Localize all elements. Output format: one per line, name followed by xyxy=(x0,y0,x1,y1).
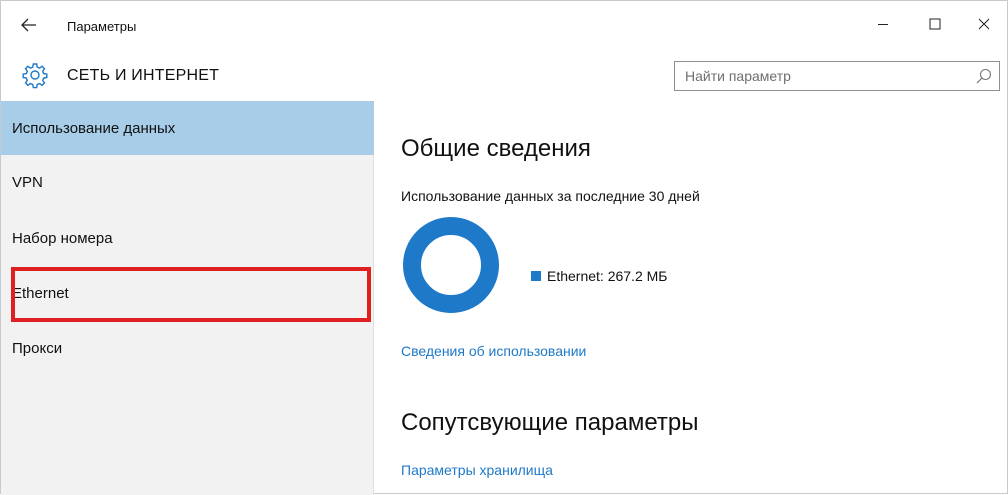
usage-details-link[interactable]: Сведения об использовании xyxy=(401,343,586,359)
close-button[interactable] xyxy=(967,9,1001,39)
sidebar-item-dialup[interactable]: Набор номера xyxy=(1,209,374,263)
usage-donut-chart xyxy=(403,217,499,313)
gear-icon xyxy=(22,63,48,89)
donut-segment-ethernet xyxy=(403,217,499,313)
search-input[interactable] xyxy=(675,62,965,90)
minimize-button[interactable] xyxy=(866,9,900,39)
sidebar-item-ethernet[interactable]: Ethernet xyxy=(1,265,374,319)
page-header: СЕТЬ И ИНТЕРНЕТ xyxy=(1,51,1007,101)
window-title: Параметры xyxy=(67,19,137,34)
search-icon[interactable] xyxy=(975,67,993,85)
sidebar-item-label: VPN xyxy=(12,174,43,191)
overview-heading: Общие сведения xyxy=(401,135,591,162)
back-arrow-icon xyxy=(21,18,36,32)
usage-subtitle: Использование данных за последние 30 дне… xyxy=(401,188,700,204)
legend-swatch xyxy=(531,271,541,281)
chart-legend: Ethernet: 267.2 МБ xyxy=(531,268,667,284)
maximize-button[interactable] xyxy=(918,9,952,39)
main-content: Общие сведения Использование данных за п… xyxy=(374,101,1007,495)
settings-window: Параметры СЕТЬ И ИНТЕРНЕТ Найти параметр… xyxy=(0,0,1008,495)
related-settings-heading: Сопутсвующие параметры xyxy=(401,409,699,436)
search-box[interactable] xyxy=(674,61,1000,91)
legend-label-ethernet: Ethernet: 267.2 МБ xyxy=(547,268,668,284)
sidebar-item-label: Использование данных xyxy=(12,120,176,137)
sidebar-item-vpn[interactable]: VPN xyxy=(1,155,374,209)
sidebar-item-proxy[interactable]: Прокси xyxy=(1,321,374,375)
sidebar-item-label: Набор номера xyxy=(12,230,113,247)
close-icon xyxy=(978,18,990,30)
storage-settings-link[interactable]: Параметры хранилища xyxy=(401,462,553,478)
sidebar-item-label: Ethernet xyxy=(12,285,69,302)
page-title: СЕТЬ И ИНТЕРНЕТ xyxy=(67,67,220,84)
sidebar-item-label: Прокси xyxy=(12,340,63,357)
sidebar-nav: Использование данных VPN Набор номера Et… xyxy=(1,101,374,495)
maximize-icon xyxy=(929,18,941,30)
back-button[interactable] xyxy=(15,11,43,39)
sidebar-item-data-usage[interactable]: Использование данных xyxy=(1,101,374,155)
title-bar: Параметры xyxy=(1,1,1007,51)
minimize-icon xyxy=(878,24,888,25)
